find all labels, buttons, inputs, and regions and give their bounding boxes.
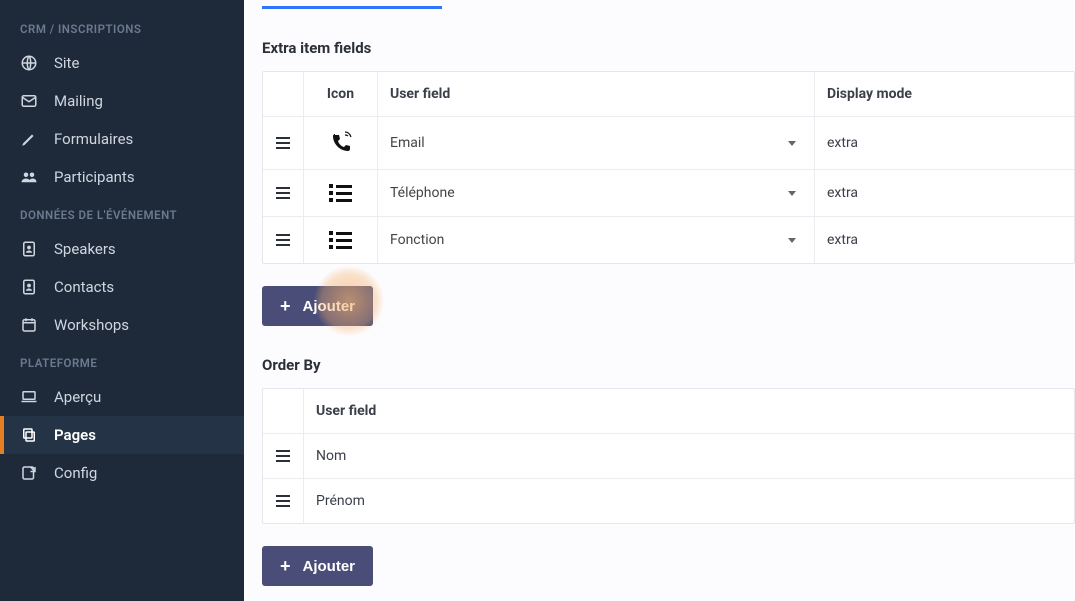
userfield-select[interactable]: Email <box>390 135 802 151</box>
pencil-icon <box>20 130 38 148</box>
id-badge-icon <box>20 278 38 296</box>
sidebar-item-label: Pages <box>54 426 96 444</box>
laptop-icon <box>20 388 38 406</box>
copy-icon <box>20 426 38 444</box>
chevron-down-icon <box>788 141 796 146</box>
extra-fields-table: Icon User field Display mode Email extra <box>262 71 1075 264</box>
sidebar-item-apercu[interactable]: Aperçu <box>0 378 244 416</box>
sidebar-item-workshops[interactable]: Workshops <box>0 306 244 344</box>
users-icon <box>20 168 38 186</box>
plus-icon: + <box>280 297 291 315</box>
sidebar-section-plateforme-title: PLATEFORME <box>0 344 244 378</box>
row-icon-cell[interactable] <box>303 117 377 169</box>
sidebar-item-contacts[interactable]: Contacts <box>0 268 244 306</box>
table-header-row: Icon User field Display mode <box>263 72 1074 117</box>
calendar-icon <box>20 316 38 334</box>
select-value: Téléphone <box>390 185 455 201</box>
userfield-select[interactable]: Fonction <box>390 232 802 248</box>
list-icon <box>329 184 352 202</box>
col-header-icon: Icon <box>303 72 377 116</box>
sidebar-item-label: Speakers <box>54 240 116 258</box>
sidebar-item-speakers[interactable]: Speakers <box>0 230 244 268</box>
add-orderby-button[interactable]: + Ajouter <box>262 546 373 586</box>
sidebar-item-label: Formulaires <box>54 130 133 148</box>
drag-handle-icon[interactable] <box>276 495 290 507</box>
select-value: Email <box>390 135 425 151</box>
col-header-userfield: User field <box>303 389 1074 433</box>
displaymode-cell[interactable]: extra <box>814 117 1074 169</box>
globe-icon <box>20 54 38 72</box>
table-row: Prénom <box>263 479 1074 523</box>
sidebar-section-event-title: DONNÉES DE L'ÉVÉNEMENT <box>0 196 244 230</box>
row-icon-cell[interactable] <box>303 217 377 263</box>
sidebar-item-label: Site <box>54 54 79 72</box>
active-tab-indicator <box>262 6 442 9</box>
sidebar-item-label: Config <box>54 464 97 482</box>
table-row: Nom <box>263 434 1074 479</box>
mail-icon <box>20 92 38 110</box>
drag-handle-icon[interactable] <box>276 187 290 199</box>
main-content: Extra item fields Icon User field Displa… <box>244 0 1075 601</box>
table-row: Téléphone extra <box>263 170 1074 217</box>
button-label: Ajouter <box>303 298 356 315</box>
row-icon-cell[interactable] <box>303 170 377 216</box>
sidebar-item-label: Mailing <box>54 92 103 110</box>
sidebar-item-label: Aperçu <box>54 388 101 406</box>
drag-handle-icon[interactable] <box>276 234 290 246</box>
table-row: Fonction extra <box>263 217 1074 263</box>
col-header-displaymode: Display mode <box>814 72 1074 116</box>
order-by-table: User field Nom Prénom <box>262 388 1075 524</box>
displaymode-cell[interactable]: extra <box>814 170 1074 216</box>
sidebar: CRM / INSCRIPTIONS Site Mailing Formulai… <box>0 0 244 601</box>
order-by-title: Order By <box>262 356 1075 374</box>
sidebar-item-config[interactable]: Config <box>0 454 244 492</box>
select-value: Fonction <box>390 232 444 248</box>
sidebar-item-pages[interactable]: Pages <box>0 416 244 454</box>
chevron-down-icon <box>788 191 796 196</box>
sidebar-item-label: Workshops <box>54 316 129 334</box>
col-header-userfield: User field <box>377 72 814 116</box>
sidebar-item-label: Participants <box>54 168 135 186</box>
sidebar-section-crm-title: CRM / INSCRIPTIONS <box>0 10 244 44</box>
list-icon <box>329 231 352 249</box>
sidebar-item-formulaires[interactable]: Formulaires <box>0 120 244 158</box>
sidebar-item-participants[interactable]: Participants <box>0 158 244 196</box>
export-icon <box>20 464 38 482</box>
drag-handle-icon[interactable] <box>276 137 290 149</box>
phone-icon <box>329 131 353 155</box>
plus-icon: + <box>280 557 291 575</box>
id-badge-icon <box>20 240 38 258</box>
sidebar-item-site[interactable]: Site <box>0 44 244 82</box>
orderby-value[interactable]: Nom <box>303 434 1074 478</box>
userfield-select[interactable]: Téléphone <box>390 185 802 201</box>
sidebar-item-mailing[interactable]: Mailing <box>0 82 244 120</box>
add-extra-field-button[interactable]: + Ajouter <box>262 286 373 326</box>
sidebar-item-label: Contacts <box>54 278 114 296</box>
chevron-down-icon <box>788 238 796 243</box>
drag-handle-icon[interactable] <box>276 450 290 462</box>
displaymode-cell[interactable]: extra <box>814 217 1074 263</box>
orderby-value[interactable]: Prénom <box>303 479 1074 523</box>
button-label: Ajouter <box>303 558 356 575</box>
extra-fields-title: Extra item fields <box>262 39 1075 57</box>
table-row: Email extra <box>263 117 1074 170</box>
table-header-row: User field <box>263 389 1074 434</box>
